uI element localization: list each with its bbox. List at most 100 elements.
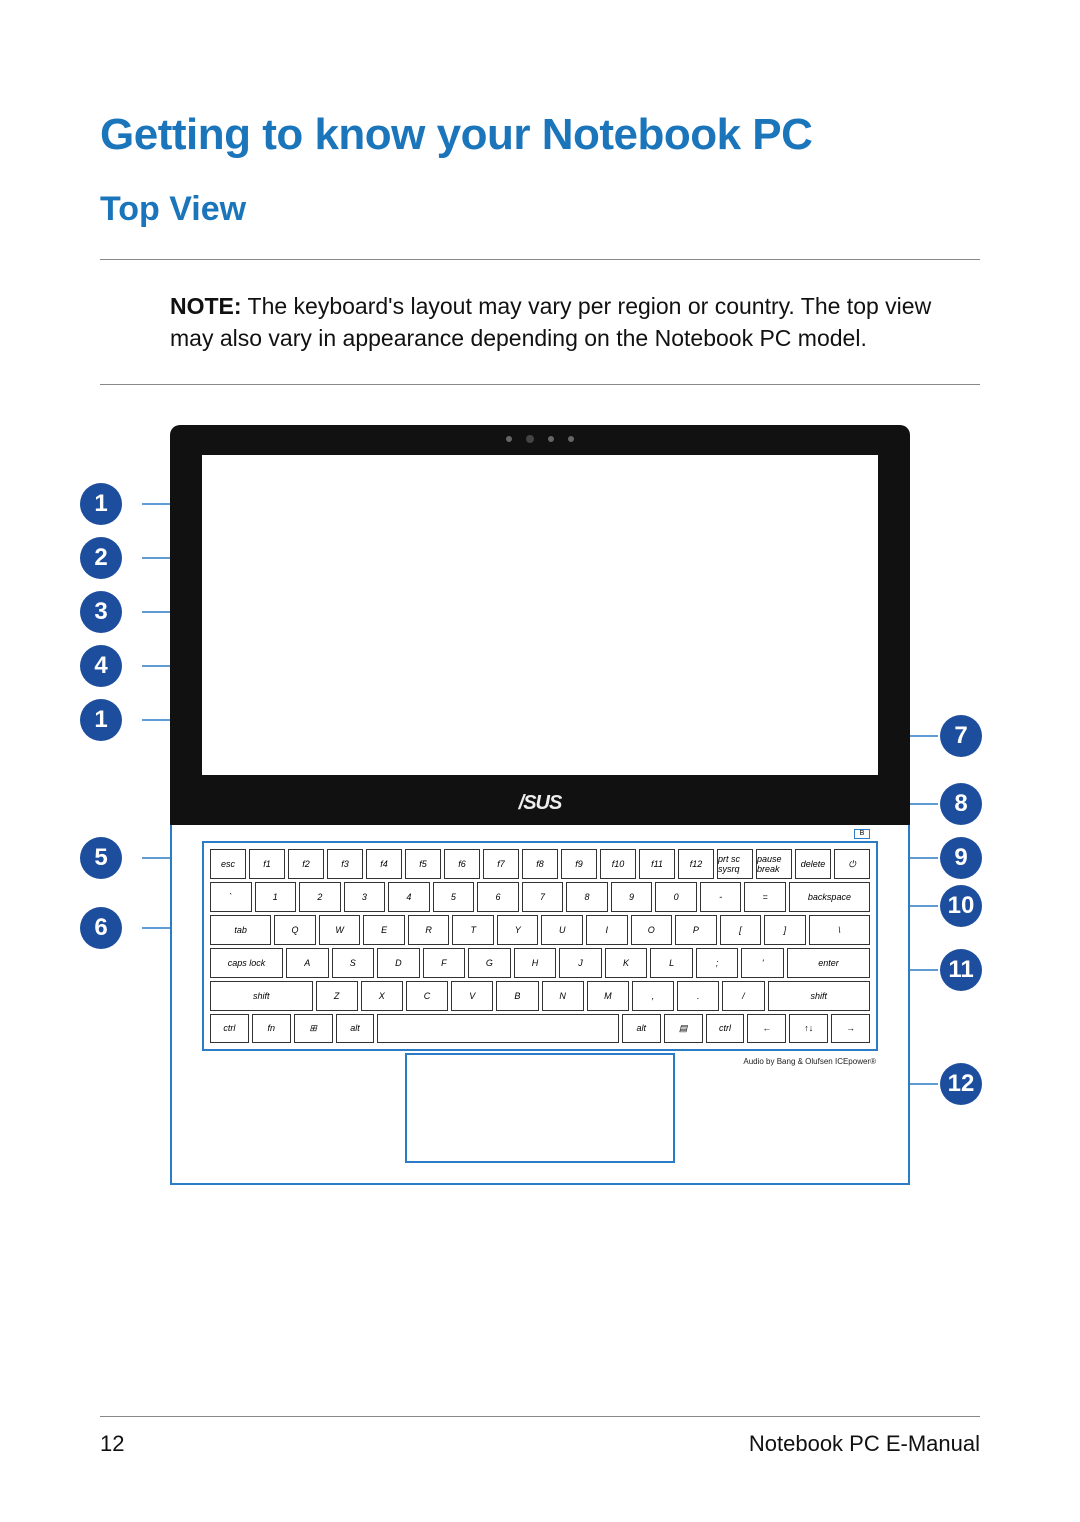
key: U xyxy=(541,915,583,945)
key: f4 xyxy=(366,849,402,879)
callout-bubble: 5 xyxy=(80,837,122,879)
note-label: NOTE: xyxy=(170,293,242,319)
key: fn xyxy=(252,1014,291,1044)
key: f1 xyxy=(249,849,285,879)
key: backspace xyxy=(789,882,870,912)
key: f9 xyxy=(561,849,597,879)
key: 7 xyxy=(522,882,564,912)
key: shift xyxy=(768,981,871,1011)
callouts-right: 7 8 9 10 11 12 xyxy=(940,425,1000,1185)
key: , xyxy=(632,981,674,1011)
callout-bubble: 7 xyxy=(940,715,982,757)
modifier-row: ctrl fn ⊞ alt alt ▤ ctrl ← ↑↓ → xyxy=(210,1014,870,1044)
key: S xyxy=(332,948,375,978)
mic-dot-icon xyxy=(506,436,512,442)
laptop-figure: /SUS B esc f1 f2 f3 f4 f5 f6 f7 f8 f9 xyxy=(170,425,910,1185)
key: delete xyxy=(795,849,831,879)
display-panel xyxy=(202,455,878,775)
callout-bubble: 6 xyxy=(80,907,122,949)
key: ctrl xyxy=(706,1014,745,1044)
screen-bezel: /SUS xyxy=(170,425,910,825)
key: F xyxy=(423,948,466,978)
key: ' xyxy=(741,948,784,978)
key: - xyxy=(700,882,742,912)
touchpad xyxy=(405,1053,675,1163)
key: K xyxy=(605,948,648,978)
section-heading: Top View xyxy=(100,190,980,229)
callout-bubble: 1 xyxy=(80,483,122,525)
key: 3 xyxy=(344,882,386,912)
key: alt xyxy=(336,1014,375,1044)
callout-bubble: 3 xyxy=(80,591,122,633)
key: Z xyxy=(316,981,358,1011)
key: f10 xyxy=(600,849,636,879)
key: P xyxy=(675,915,717,945)
key: T xyxy=(452,915,494,945)
arrow-updown-key: ↑↓ xyxy=(789,1014,828,1044)
key: / xyxy=(722,981,764,1011)
callout-bubble: 12 xyxy=(940,1063,982,1105)
arrow-left-key: ← xyxy=(747,1014,786,1044)
key: . xyxy=(677,981,719,1011)
key: f2 xyxy=(288,849,324,879)
key: C xyxy=(406,981,448,1011)
key: f11 xyxy=(639,849,675,879)
footer-rule xyxy=(100,1416,980,1417)
key: caps lock xyxy=(210,948,283,978)
key: ctrl xyxy=(210,1014,249,1044)
key: enter xyxy=(787,948,870,978)
sensor-dot-icon xyxy=(568,436,574,442)
key: O xyxy=(631,915,673,945)
key: 2 xyxy=(299,882,341,912)
callout-bubble: 2 xyxy=(80,537,122,579)
key: G xyxy=(468,948,511,978)
key: ] xyxy=(764,915,806,945)
key: I xyxy=(586,915,628,945)
footer-title: Notebook PC E-Manual xyxy=(749,1431,980,1457)
key: A xyxy=(286,948,329,978)
callout-bubble: 1 xyxy=(80,699,122,741)
spacebar-key xyxy=(377,1014,619,1044)
key: R xyxy=(408,915,450,945)
page-footer: 12 Notebook PC E-Manual xyxy=(100,1431,980,1457)
key: prt sc sysrq xyxy=(717,849,753,879)
power-key: ⏻ xyxy=(834,849,870,879)
qwerty-row: tab Q W E R T Y U I O P [ ] \ xyxy=(210,915,870,945)
callout-bubble: 10 xyxy=(940,885,982,927)
asdf-row: caps lock A S D F G H J K L ; ' enter xyxy=(210,948,870,978)
key: \ xyxy=(809,915,870,945)
key: f12 xyxy=(678,849,714,879)
zxcv-row: shift Z X C V B N M , . / shift xyxy=(210,981,870,1011)
camera-row xyxy=(506,435,574,443)
key: ▤ xyxy=(664,1014,703,1044)
brand-logo: /SUS xyxy=(170,792,910,815)
key: 5 xyxy=(433,882,475,912)
key: shift xyxy=(210,981,313,1011)
callout-bubble: 11 xyxy=(940,949,982,991)
key: N xyxy=(542,981,584,1011)
key: f5 xyxy=(405,849,441,879)
bluetooth-indicator-icon: B xyxy=(854,829,870,839)
key: 8 xyxy=(566,882,608,912)
camera-icon xyxy=(526,435,534,443)
key: 0 xyxy=(655,882,697,912)
key: Y xyxy=(497,915,539,945)
note-block: NOTE: The keyboard's layout may vary per… xyxy=(100,259,980,385)
key: B xyxy=(496,981,538,1011)
key: f7 xyxy=(483,849,519,879)
arrow-right-key: → xyxy=(831,1014,870,1044)
callout-bubble: 4 xyxy=(80,645,122,687)
key: H xyxy=(514,948,557,978)
key: tab xyxy=(210,915,271,945)
key: 4 xyxy=(388,882,430,912)
key: Q xyxy=(274,915,316,945)
key: V xyxy=(451,981,493,1011)
key: f6 xyxy=(444,849,480,879)
callout-bubble: 9 xyxy=(940,837,982,879)
page-number: 12 xyxy=(100,1431,124,1457)
key: pause break xyxy=(756,849,792,879)
fn-row: esc f1 f2 f3 f4 f5 f6 f7 f8 f9 f10 f11 f… xyxy=(210,849,870,879)
audio-credit: Audio by Bang & Olufsen ICEpower® xyxy=(743,1057,876,1066)
callouts-left: 1 2 3 4 1 5 6 xyxy=(80,425,140,1185)
key: X xyxy=(361,981,403,1011)
